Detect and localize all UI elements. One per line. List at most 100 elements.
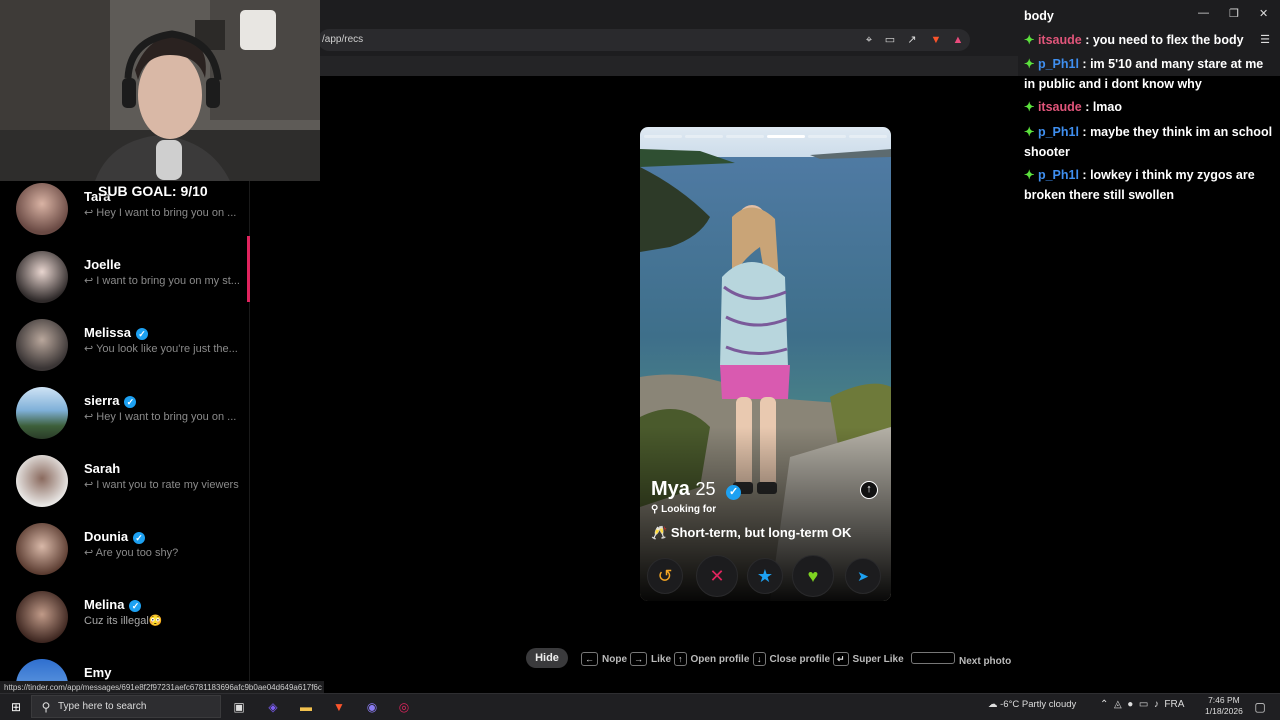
avatar <box>16 455 68 507</box>
open-profile-icon[interactable]: ↑ <box>860 481 878 499</box>
conversation-item[interactable]: Melina ✓ Cuz its illegal😳 <box>0 591 249 661</box>
network-icon[interactable]: ▭ <box>1139 699 1148 710</box>
send-icon: ➤ <box>857 568 869 584</box>
badge-icon: ✦ <box>1024 168 1038 182</box>
verified-icon: ✓ <box>135 328 148 340</box>
down-arrow-key-icon: ↓ <box>753 652 766 666</box>
volume-icon[interactable]: ♪ <box>1154 699 1159 710</box>
keyboard-hints: Hide ← Nope → Like ↑ Open profile ↓ Close pr… <box>520 648 1020 668</box>
profile-card[interactable]: Mya 25 ✓ ↑ ⚲ Looking for 🥂 Short-term, b… <box>640 127 891 601</box>
chevron-up-icon[interactable]: ⌃ <box>1100 699 1108 710</box>
right-arrow-key-icon: → <box>630 652 647 666</box>
looking-for-label-text: Looking for <box>661 504 717 515</box>
messages-sidebar: Tara ↩ Hey I want to bring you on ... Jo… <box>0 181 250 681</box>
language-indicator[interactable]: FRA <box>1164 699 1184 710</box>
brave-browser-icon[interactable]: ▼ <box>331 699 347 715</box>
weather-text: -6°C Partly cloudy <box>1000 699 1077 710</box>
hint-like-label: Like <box>651 654 672 665</box>
conversation-item[interactable]: Sarah ↩ I want you to rate my viewers <box>0 455 249 525</box>
chat-text: you need to flex the body <box>1092 33 1244 47</box>
conversation-preview: ↩ I want you to rate my viewers <box>84 479 239 491</box>
conversation-item[interactable]: Joelle ↩ I want to bring you on my st... <box>0 251 249 321</box>
microphone-icon[interactable]: ● <box>1127 699 1133 710</box>
badge-icon: ✦ <box>1024 33 1038 47</box>
chat-username: p_Ph1l <box>1037 57 1079 71</box>
avatar <box>16 183 68 235</box>
badge-icon: ✦ <box>1024 100 1038 114</box>
brave-shield-icon[interactable]: ▼ <box>929 33 943 47</box>
conversation-preview: ↩ Hey I want to bring you on ... <box>84 411 237 423</box>
chat-username: p_Ph1l <box>1037 125 1079 139</box>
hint-nope: ← Nope <box>581 652 627 666</box>
nope-button[interactable]: ✕ <box>696 555 738 597</box>
boost-button[interactable]: ➤ <box>845 558 881 594</box>
file-explorer-icon[interactable]: ▬ <box>298 699 314 715</box>
clock[interactable]: 7:46 PM 1/18/2026 <box>1205 695 1243 717</box>
obs-icon[interactable]: ◎ <box>396 699 412 715</box>
conversation-name: Joelle <box>84 257 121 272</box>
status-bar-url: https://tinder.com/app/messages/691e8f2f… <box>0 681 324 693</box>
rewards-icon[interactable]: ▲ <box>951 33 965 47</box>
hint-super-like-label: Super Like <box>852 654 904 665</box>
sidebar-scrollbar[interactable] <box>247 236 250 302</box>
close-x-icon: ✕ <box>709 566 725 586</box>
system-tray[interactable]: ⌃ ◬ ● ▭ ♪ FRA <box>1100 699 1184 710</box>
conversation-preview: ↩ I want to bring you on my st... <box>84 275 240 287</box>
cast-icon[interactable]: ▭ <box>883 33 897 47</box>
conversation-preview: ↩ Hey I want to bring you on ... <box>84 207 237 219</box>
profile-name-text: Mya <box>651 478 690 500</box>
conversation-item[interactable]: sierra ✓ ↩ Hey I want to bring you on ... <box>0 387 249 457</box>
hint-next-photo: Next photo <box>911 652 1011 667</box>
avatar <box>16 319 68 371</box>
photo-indicator-active <box>767 135 805 138</box>
badge-icon: ✦ <box>1024 57 1038 71</box>
avatar <box>16 387 68 439</box>
share-icon[interactable]: ↗ <box>905 33 919 47</box>
avatar <box>16 523 68 575</box>
wifi-icon[interactable]: ◬ <box>1114 699 1122 710</box>
chat-message: ✦ itsaude : lmao <box>1024 100 1123 114</box>
clock-time: 7:46 PM <box>1208 695 1240 705</box>
task-view-icon[interactable]: ▣ <box>231 699 247 715</box>
hint-nope-label: Nope <box>602 654 627 665</box>
up-arrow-key-icon: ↑ <box>674 652 687 666</box>
conversation-name: Emy <box>84 665 112 680</box>
conversation-item[interactable]: Melissa ✓ ↩ You look like you're just the… <box>0 319 249 389</box>
chat-text: body <box>1024 9 1054 23</box>
verified-icon: ✓ <box>124 396 137 408</box>
hint-super-like: ↵ Super Like <box>833 652 904 666</box>
hint-next-photo-label: Next photo <box>959 656 1012 667</box>
windows-start-icon[interactable]: ⊞ <box>8 699 24 715</box>
rewind-button[interactable]: ↺ <box>647 558 683 594</box>
chat-message: body <box>1024 6 1274 26</box>
conversation-preview: ↩ Are you too shy? <box>84 547 179 559</box>
avatar <box>16 251 68 303</box>
looking-for-value: 🥂 Short-term, but long-term OK <box>651 525 851 541</box>
discord-icon[interactable]: ◉ <box>364 699 380 715</box>
bookmarks-bar <box>318 56 1018 76</box>
conversation-preview: Cuz its illegal😳 <box>84 615 163 627</box>
hide-hints-button[interactable]: Hide <box>526 648 568 668</box>
cheers-icon: 🥂 <box>651 525 668 540</box>
hint-close-profile: ↓ Close profile <box>753 652 830 666</box>
location-icon[interactable]: ⌖ <box>862 33 876 47</box>
conversation-item[interactable]: Emy <box>0 659 249 681</box>
conversation-name: Melina ✓ <box>84 597 142 612</box>
chat-message: ✦ p_Ph1l : maybe they think im an school… <box>1024 125 1273 159</box>
super-like-button[interactable]: ★ <box>747 558 783 594</box>
chat-text: lmao <box>1092 100 1123 114</box>
badge-icon: ✦ <box>1024 125 1038 139</box>
copilot-icon[interactable]: ◈ <box>265 699 281 715</box>
conversation-name: Sarah <box>84 461 121 476</box>
looking-for-label: ⚲ Looking for <box>651 504 716 515</box>
stream-chat-overlay: body ✦ itsaude : you need to flex the bo… <box>1018 0 1280 220</box>
space-key-icon <box>911 652 955 664</box>
conversation-item[interactable]: Dounia ✓ ↩ Are you too shy? <box>0 523 249 593</box>
weather-widget[interactable]: ☁ -6°C Partly cloudy <box>988 699 1076 710</box>
avatar <box>16 591 68 643</box>
taskbar-search-placeholder: Type here to search <box>58 701 147 712</box>
notification-icon[interactable]: ▢ <box>1252 699 1268 715</box>
like-button[interactable]: ♥ <box>792 555 834 597</box>
rewind-icon: ↺ <box>657 566 673 586</box>
star-icon: ★ <box>756 566 774 586</box>
